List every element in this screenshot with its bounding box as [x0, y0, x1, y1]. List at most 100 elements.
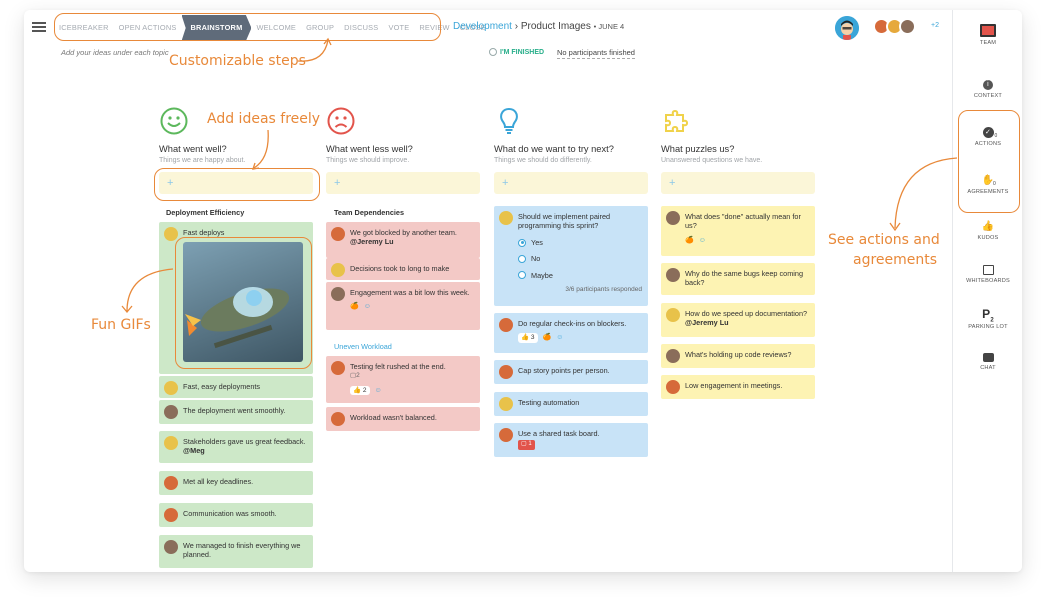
card-text: We got blocked by another team. — [350, 228, 457, 237]
avatar — [499, 318, 513, 332]
team-avatars[interactable] — [873, 18, 916, 35]
card-text: Cap story points per person. — [518, 366, 610, 375]
idea-card[interactable]: We managed to finish everything we plann… — [159, 535, 313, 568]
add-reaction-icon[interactable]: ☺ — [699, 236, 706, 245]
info-icon: i — [983, 80, 993, 90]
annotation-steps: Customizable steps — [169, 53, 306, 69]
column-puzzles: What puzzles us? Unanswered questions we… — [661, 106, 815, 164]
avatar — [164, 476, 178, 490]
add-reaction-icon[interactable]: ☺ — [375, 386, 382, 395]
add-idea-input[interactable]: + — [326, 172, 480, 194]
sidebar-item-kudos[interactable]: 👍 KUDOS — [953, 221, 1022, 241]
add-idea-input[interactable]: + — [661, 172, 815, 194]
annotation-ideas: Add ideas freely — [207, 111, 321, 127]
arrow-icon — [297, 37, 332, 62]
card-text: Testing felt rushed at the end. — [350, 362, 446, 371]
parking-icon: P2 — [982, 307, 994, 324]
sidebar-item-context[interactable]: i CONTEXT — [953, 80, 1022, 99]
idea-card[interactable]: The deployment went smoothly. — [159, 400, 313, 424]
emoji-reaction-icon[interactable]: 🍊 — [350, 302, 359, 311]
sidebar-item-whiteboards[interactable]: WHITEBOARDS — [953, 265, 1022, 284]
poll-option[interactable]: No — [518, 254, 642, 263]
poll-question: Should we implement paired programming t… — [518, 212, 611, 231]
breadcrumb-separator: › — [514, 21, 519, 32]
poll-option[interactable]: Yes — [518, 238, 642, 247]
menu-icon[interactable] — [32, 22, 46, 32]
column-subtitle: Things we are happy about. — [159, 157, 246, 164]
sidebar-item-parking-lot[interactable]: P2 PARKING LOT — [953, 307, 1022, 331]
idea-card[interactable]: What does "done" actually mean for us? 🍊… — [661, 206, 815, 256]
finished-label: I'M FINISHED — [500, 48, 545, 56]
mention[interactable]: @Jeremy Lu — [350, 237, 394, 246]
more-participants[interactable]: +2 — [931, 22, 939, 29]
card-text: Low engagement in meetings. — [685, 381, 783, 390]
arrow-icon — [121, 268, 174, 314]
idea-card[interactable]: What's holding up code reviews? — [661, 344, 815, 368]
idea-card[interactable]: Do regular check-ins on blockers. 👍 3 🍊 ☺ — [494, 313, 648, 353]
lightbulb-icon — [500, 107, 518, 134]
avatar[interactable] — [835, 16, 859, 40]
add-reaction-icon[interactable]: ☺ — [556, 333, 563, 342]
column-subtitle: Things we should do differently. — [494, 157, 592, 164]
column-subtitle: Things we should improve. — [326, 157, 410, 164]
idea-card[interactable]: Decisions took to long to make — [326, 258, 480, 280]
vote-count[interactable]: 👍 2 — [350, 385, 370, 396]
card-text: What does "done" actually mean for us? — [685, 212, 801, 231]
check-circle-icon — [489, 48, 497, 56]
avatar — [499, 397, 513, 411]
sad-face-icon — [327, 107, 355, 135]
group-title: Uneven Workload — [334, 342, 392, 351]
radio[interactable] — [518, 254, 526, 263]
vote-count[interactable]: 👍 3 — [518, 333, 538, 343]
avatar — [666, 380, 680, 394]
mention[interactable]: @Jeremy Lu — [685, 318, 729, 327]
idea-card[interactable]: Met all key deadlines. — [159, 471, 313, 495]
steps-hint: Add your ideas under each topic — [61, 48, 169, 57]
chat-icon — [982, 353, 994, 362]
avatar — [164, 436, 178, 450]
emoji-reaction-icon[interactable]: 🍊 — [543, 333, 552, 342]
card-text: Do regular check-ins on blockers. — [518, 319, 627, 328]
avatar — [499, 365, 513, 379]
card-text: Decisions took to long to make — [350, 264, 450, 273]
idea-card[interactable]: Low engagement in meetings. — [661, 375, 815, 399]
radio[interactable] — [518, 271, 526, 280]
sidebar-item-team[interactable]: TEAM — [953, 24, 1022, 46]
participants-status[interactable]: No participants finished — [557, 48, 635, 59]
poll-card[interactable]: Should we implement paired programming t… — [494, 206, 648, 306]
idea-card[interactable]: Fast, easy deployments — [159, 376, 313, 398]
idea-card[interactable]: Use a shared task board. ▢ 1 — [494, 423, 648, 457]
idea-card[interactable]: Engagement was a bit low this week. 🍊 ☺ — [326, 282, 480, 330]
idea-card[interactable]: How do we speed up documentation? @Jerem… — [661, 303, 815, 337]
comment-badge[interactable]: ▢ 1 — [518, 440, 535, 450]
mention[interactable]: @Meg — [183, 446, 205, 455]
add-idea-input[interactable]: + — [494, 172, 648, 194]
breadcrumb-project[interactable]: Development — [453, 21, 512, 32]
card-text: The deployment went smoothly. — [183, 406, 286, 415]
idea-card[interactable]: Cap story points per person. — [494, 360, 648, 384]
actions-highlight — [958, 110, 1020, 213]
idea-card[interactable]: Testing automation — [494, 392, 648, 416]
idea-card[interactable]: Testing felt rushed at the end. ▢2 👍 2 ☺ — [326, 356, 480, 403]
avatar — [899, 18, 916, 35]
idea-card[interactable]: We got blocked by another team. @Jeremy … — [326, 222, 480, 258]
finished-button[interactable]: I'M FINISHED — [489, 48, 544, 56]
column-went-less-well: What went less well? Things we should im… — [326, 106, 480, 164]
whiteboard-icon — [982, 265, 994, 275]
avatar — [666, 211, 680, 225]
avatar — [666, 349, 680, 363]
poll-option[interactable]: Maybe — [518, 271, 642, 280]
column-try-next: What do we want to try next? Things we s… — [494, 106, 648, 164]
idea-card[interactable]: Why do the same bugs keep coming back? — [661, 263, 815, 295]
radio-selected[interactable] — [518, 238, 526, 247]
add-reaction-icon[interactable]: ☺ — [364, 302, 371, 311]
comment-count[interactable]: ▢2 — [350, 371, 474, 380]
sidebar-item-chat[interactable]: CHAT — [953, 353, 1022, 371]
idea-card[interactable]: Stakeholders gave us great feedback. @Me… — [159, 431, 313, 463]
emoji-reaction-icon[interactable]: 🍊 — [685, 236, 694, 245]
idea-card[interactable]: Communication was smooth. — [159, 503, 313, 527]
card-text: Engagement was a bit low this week. — [350, 288, 470, 297]
card-text: Met all key deadlines. — [183, 477, 254, 486]
idea-card[interactable]: Workload wasn't balanced. — [326, 407, 480, 431]
column-title: What went less well? — [326, 144, 413, 154]
